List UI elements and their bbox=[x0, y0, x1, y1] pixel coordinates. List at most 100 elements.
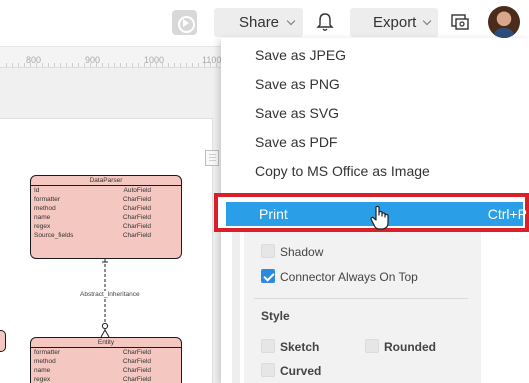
sketch-checkbox[interactable] bbox=[261, 339, 275, 353]
ruler-minor-tick bbox=[108, 63, 109, 67]
share-button[interactable]: Share bbox=[214, 8, 303, 37]
field-name: Id bbox=[34, 187, 40, 194]
ruler-minor-tick bbox=[72, 63, 73, 67]
ruler-minor-tick bbox=[114, 63, 115, 67]
field-type: CharField bbox=[122, 358, 151, 365]
rounded-checkbox[interactable] bbox=[365, 339, 379, 353]
menu-item-save-jpeg[interactable]: Save as JPEG bbox=[221, 41, 529, 70]
ruler-minor-tick bbox=[6, 63, 7, 67]
field-type: CharField bbox=[122, 205, 151, 212]
entity-entity[interactable]: Entity formatter CharField method CharFiel… bbox=[30, 337, 182, 383]
ruler-minor-tick bbox=[36, 63, 37, 67]
export-button[interactable]: Export bbox=[350, 8, 438, 37]
entity-field-row: name CharField bbox=[31, 213, 181, 222]
panel-scrollbar[interactable] bbox=[232, 232, 240, 383]
ruler-minor-tick bbox=[24, 63, 25, 67]
entity-field-row: regex CharField bbox=[31, 375, 181, 383]
ruler-minor-tick bbox=[150, 63, 151, 67]
divider bbox=[254, 298, 468, 299]
ruler-minor-tick bbox=[54, 63, 55, 67]
ruler-minor-tick bbox=[156, 63, 157, 67]
shadow-checkbox[interactable] bbox=[261, 244, 275, 258]
ruler-minor-tick bbox=[84, 63, 85, 67]
ruler-minor-tick bbox=[18, 63, 19, 67]
entity-field-row: method CharField bbox=[31, 204, 181, 213]
ruler-minor-tick bbox=[30, 63, 31, 67]
presentation-icon[interactable] bbox=[450, 12, 470, 32]
chevron-down-icon bbox=[422, 16, 432, 26]
ruler-tick: 800 bbox=[26, 55, 42, 65]
field-name: Source_fields bbox=[34, 232, 74, 239]
export-button-label: Export bbox=[373, 14, 417, 31]
field-type: CharField bbox=[122, 232, 151, 239]
field-name: formatter bbox=[34, 196, 61, 203]
sketch-label: Sketch bbox=[280, 340, 320, 354]
entity-title: Entity bbox=[31, 338, 181, 348]
panel-collapse-handle[interactable] bbox=[205, 150, 219, 166]
field-type: CharField bbox=[122, 349, 151, 356]
ruler-minor-tick bbox=[216, 63, 217, 67]
curved-checkbox[interactable] bbox=[261, 363, 275, 377]
ruler-minor-tick bbox=[168, 63, 169, 67]
field-type: CharField bbox=[122, 367, 151, 374]
curved-label: Curved bbox=[280, 364, 322, 378]
shadow-label: Shadow bbox=[280, 245, 324, 259]
ruler-minor-tick bbox=[60, 63, 61, 67]
entity-field-row: name CharField bbox=[31, 366, 181, 375]
entity-title: DataParser bbox=[31, 176, 181, 186]
rounded-label: Rounded bbox=[384, 340, 436, 354]
ruler-minor-tick bbox=[162, 63, 163, 67]
menu-item-save-pdf[interactable]: Save as PDF bbox=[221, 128, 529, 157]
ruler-minor-tick bbox=[90, 63, 91, 67]
horizontal-ruler: 800 900 1000 1100 bbox=[0, 46, 221, 68]
field-name: formatter bbox=[34, 349, 61, 356]
ruler-minor-tick bbox=[78, 63, 79, 67]
menu-item-save-svg[interactable]: Save as SVG bbox=[221, 99, 529, 128]
play-icon[interactable] bbox=[172, 10, 197, 35]
entity-field-row: Source_fields CharField bbox=[31, 231, 181, 240]
ruler-minor-tick bbox=[186, 63, 187, 67]
field-name: name bbox=[34, 367, 51, 374]
field-name: regex bbox=[34, 376, 51, 383]
field-name: method bbox=[34, 358, 56, 365]
ruler-minor-tick bbox=[48, 63, 49, 67]
field-name: method bbox=[34, 205, 56, 212]
menu-item-copy-ms-office[interactable]: Copy to MS Office as Image bbox=[221, 157, 529, 186]
entity-field-row: regex CharField bbox=[31, 222, 181, 231]
share-button-label: Share bbox=[239, 14, 280, 31]
style-section-title: Style bbox=[261, 309, 290, 323]
avatar[interactable] bbox=[488, 6, 520, 38]
entity-field-row: formatter CharField bbox=[31, 195, 181, 204]
field-name: regex bbox=[34, 223, 51, 230]
connector-label: Abstract_Inheritance bbox=[79, 291, 141, 298]
ruler-minor-tick bbox=[210, 63, 211, 67]
ruler-minor-tick bbox=[138, 63, 139, 67]
ruler-minor-tick bbox=[198, 63, 199, 67]
field-type: CharField bbox=[122, 214, 151, 221]
field-type: CharField bbox=[122, 376, 151, 383]
connector-on-top-label: Connector Always On Top bbox=[280, 270, 418, 284]
field-type: CharField bbox=[122, 223, 151, 230]
dataparser-entity[interactable]: DataParser Id AutoField formatter CharFiel… bbox=[30, 175, 182, 259]
field-type: CharField bbox=[122, 196, 151, 203]
ruler-minor-tick bbox=[192, 63, 193, 67]
field-type: AutoField bbox=[123, 187, 151, 194]
entity-field-row: method CharField bbox=[31, 357, 181, 366]
ruler-minor-tick bbox=[132, 63, 133, 67]
print-shortcut: Ctrl+P bbox=[487, 206, 527, 222]
bell-icon[interactable] bbox=[316, 12, 334, 32]
entity-field-row: formatter CharField bbox=[31, 348, 181, 357]
connector-on-top-checkbox[interactable] bbox=[261, 269, 275, 283]
ruler-tick: 900 bbox=[85, 55, 101, 65]
ruler-minor-tick bbox=[42, 63, 43, 67]
ruler-minor-tick bbox=[96, 63, 97, 67]
entity-stub[interactable] bbox=[0, 330, 6, 352]
menu-item-save-png[interactable]: Save as PNG bbox=[221, 70, 529, 99]
chevron-down-icon bbox=[286, 16, 296, 26]
hand-cursor-icon bbox=[370, 205, 389, 230]
ruler-minor-tick bbox=[174, 63, 175, 67]
field-name: name bbox=[34, 214, 51, 221]
ruler-minor-tick bbox=[180, 63, 181, 67]
ruler-minor-tick bbox=[102, 63, 103, 67]
inheritance-connector[interactable] bbox=[100, 259, 110, 337]
